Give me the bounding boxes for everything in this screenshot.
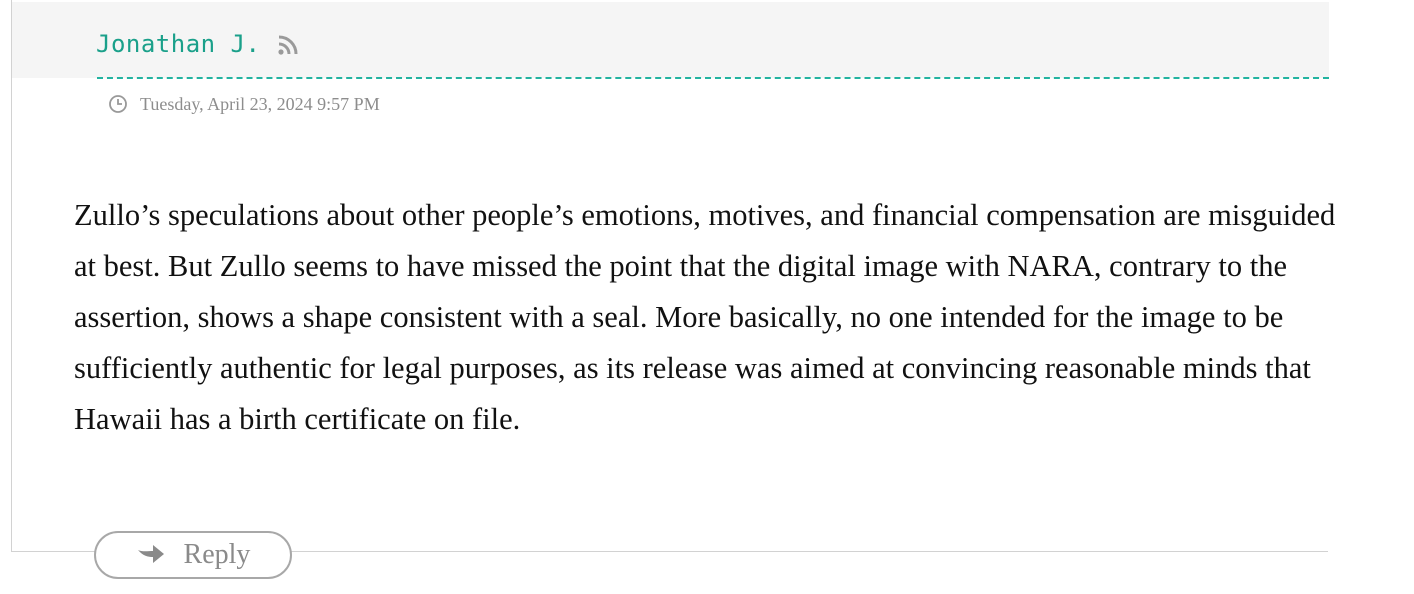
comment-card: Jonathan J. Tuesday, April 23, 2024 9:57…	[11, 0, 1335, 552]
comment-body: Zullo’s speculations about other people’…	[74, 198, 1336, 436]
reply-button[interactable]: Reply	[94, 531, 292, 579]
header-divider	[97, 77, 1329, 79]
reply-arrow-icon	[137, 545, 164, 563]
clock-icon	[109, 95, 127, 113]
reply-label: Reply	[183, 539, 251, 570]
comment-timestamp: Tuesday, April 23, 2024 9:57 PM	[140, 93, 380, 114]
comment-header: Jonathan J.	[12, 2, 1329, 78]
author-name-link[interactable]: Jonathan J.	[96, 30, 260, 58]
comment-meta: Tuesday, April 23, 2024 9:57 PM	[108, 91, 380, 117]
rss-icon[interactable]	[276, 33, 300, 57]
